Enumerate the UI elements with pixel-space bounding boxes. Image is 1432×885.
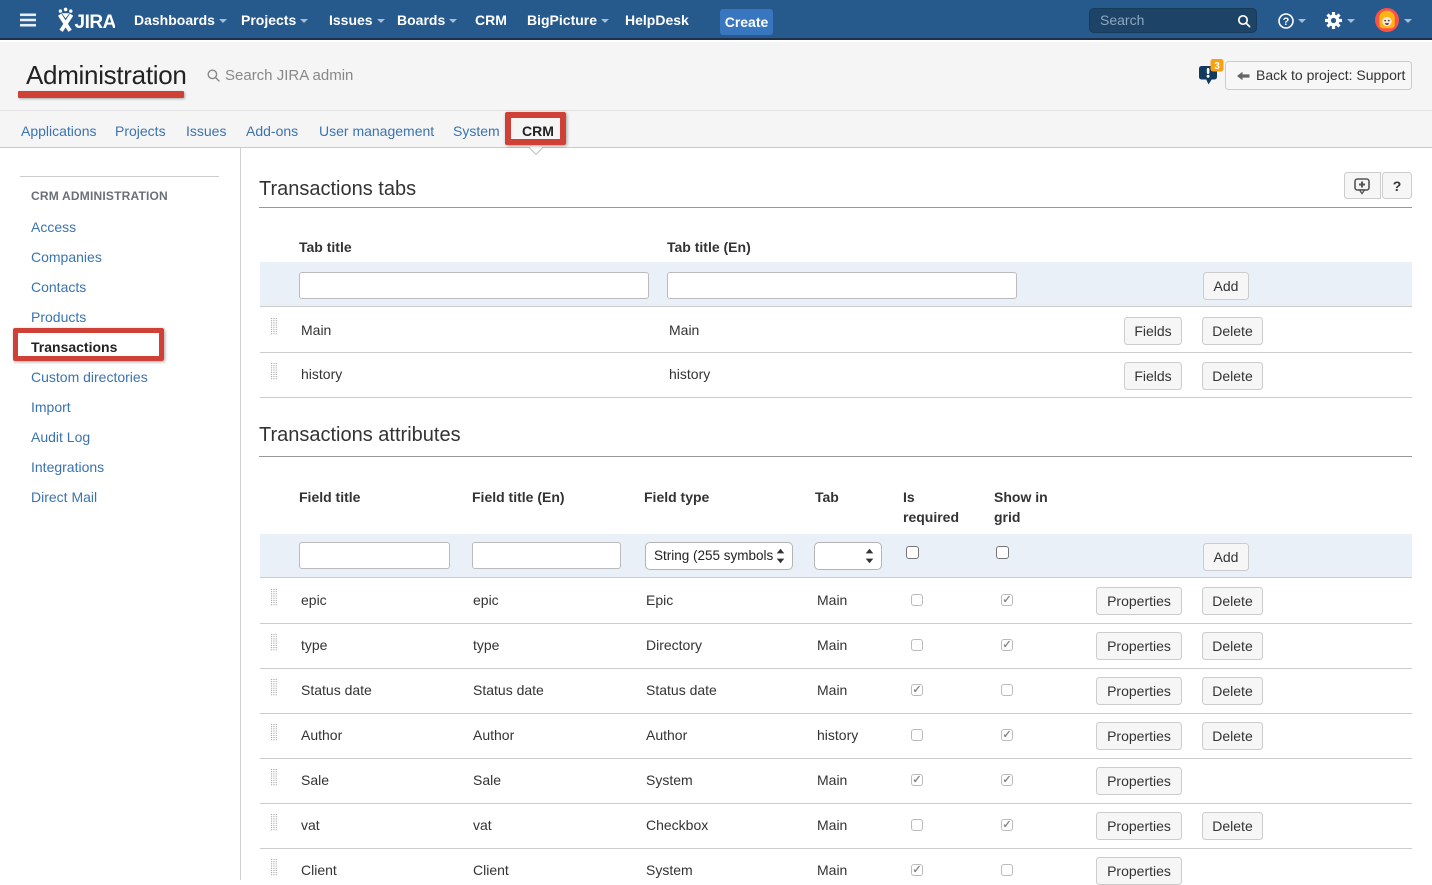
svg-text:JIRA: JIRA: [75, 12, 116, 33]
svg-text:?: ?: [1283, 16, 1290, 28]
svg-text:3: 3: [1214, 61, 1220, 72]
